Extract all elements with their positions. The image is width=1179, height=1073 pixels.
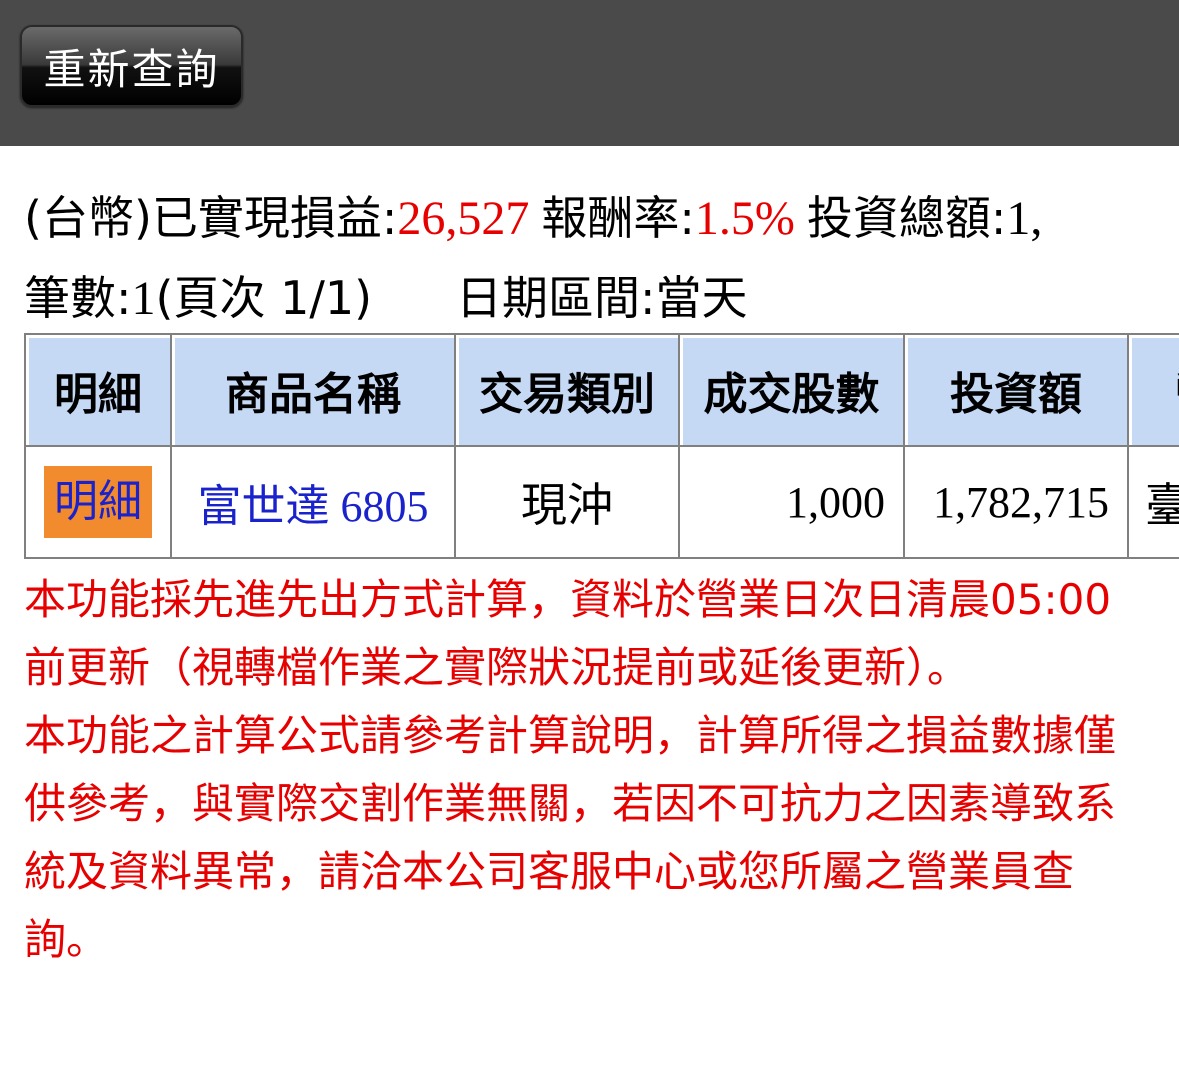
count-label: 筆數:: [24, 271, 132, 325]
date-range-label: 日期區間:: [456, 271, 656, 325]
header-product-name: 商品名稱: [172, 335, 456, 447]
realized-pl-table: 明細 商品名稱 交易類別 成交股數 投資額 幣 明細 富世達 6805 現沖 1…: [24, 333, 1179, 559]
cell-currency: 臺: [1129, 447, 1179, 559]
invest-total-label: 投資總額:: [806, 191, 1007, 245]
cell-shares: 1,000: [680, 447, 905, 559]
cell-amount: 1,782,715: [905, 447, 1129, 559]
top-toolbar: 重新查詢: [0, 0, 1179, 146]
note-calculation-disclaimer: 本功能之計算公式請參考計算說明，計算所得之損益數據僅供參考，與實際交割作業無關，…: [24, 711, 1117, 964]
product-name: 富世達: [197, 481, 330, 532]
realized-value: 26,527: [397, 192, 530, 245]
count-value: 1: [131, 272, 156, 325]
summary-panel: (台幣)已實現損益:26,527 報酬率:1.5% 投資總額:1, 筆數:1(頁…: [24, 178, 1179, 328]
cell-trade-type: 現沖: [456, 447, 680, 559]
cell-detail: 明細: [26, 447, 172, 559]
currency-prefix: (台幣): [24, 191, 152, 245]
product-link[interactable]: 富世達 6805: [197, 481, 429, 532]
realized-label: 已實現損益:: [151, 191, 398, 245]
realized-pl-table-container: 明細 商品名稱 交易類別 成交股數 投資額 幣 明細 富世達 6805 現沖 1…: [24, 333, 1179, 563]
table-header-row: 明細 商品名稱 交易類別 成交股數 投資額 幣: [26, 335, 1179, 447]
table-row: 明細 富世達 6805 現沖 1,000 1,782,715 臺: [26, 447, 1179, 559]
header-trade-type: 交易類別: [456, 335, 680, 447]
summary-line-2: 筆數:1(頁次 1/1) 日期區間:當天: [24, 258, 1179, 328]
disclaimer-notes: 本功能採先進先出方式計算，資料於營業日次日清晨05:00前更新（視轉檔作業之實際…: [24, 566, 1139, 974]
header-amount: 投資額: [905, 335, 1129, 447]
header-shares: 成交股數: [680, 335, 905, 447]
detail-button[interactable]: 明細: [44, 466, 152, 538]
cell-product: 富世達 6805: [172, 447, 456, 559]
product-code: 6805: [340, 482, 429, 531]
invest-total-value: 1,: [1006, 192, 1043, 245]
page-indicator: (頁次 1/1): [155, 271, 373, 325]
return-value: 1.5%: [694, 192, 795, 245]
date-range-value: 當天: [655, 271, 748, 325]
summary-line-1: (台幣)已實現損益:26,527 報酬率:1.5% 投資總額:1,: [24, 178, 1179, 258]
return-label: 報酬率:: [541, 191, 695, 245]
header-currency: 幣: [1129, 335, 1179, 447]
header-detail: 明細: [26, 335, 172, 447]
note-update-schedule: 本功能採先進先出方式計算，資料於營業日次日清晨05:00前更新（視轉檔作業之實際…: [24, 575, 1112, 692]
requery-button[interactable]: 重新查詢: [20, 25, 243, 107]
